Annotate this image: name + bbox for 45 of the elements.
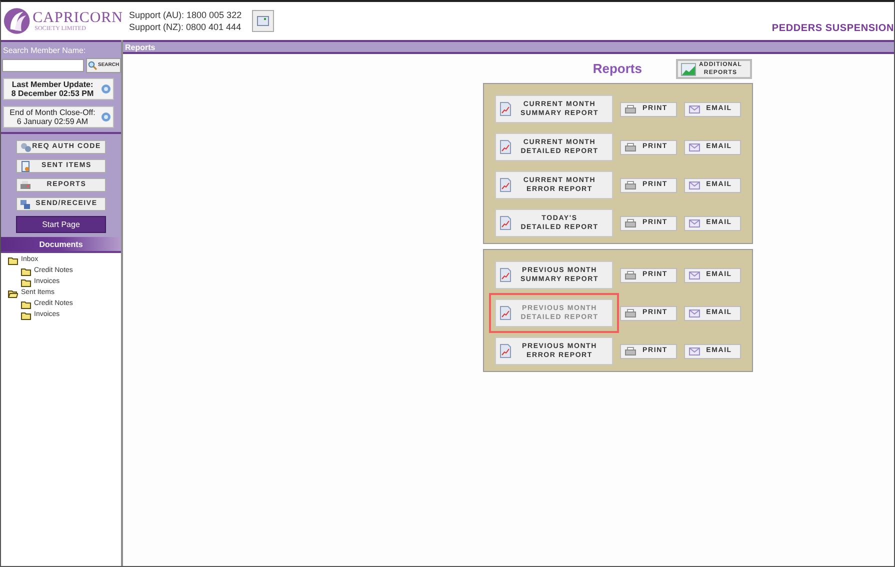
- search-label: Search Member Name:: [2, 45, 87, 57]
- report-chart-icon: [500, 306, 511, 320]
- report-chart-icon: [500, 268, 511, 282]
- search-field[interactable]: [2, 59, 84, 72]
- printer-icon: [625, 270, 636, 280]
- printer-icon: [625, 180, 636, 190]
- envelope-icon: [689, 346, 700, 356]
- envelope-icon: [689, 218, 700, 228]
- envelope-icon: [689, 142, 700, 152]
- help-icon[interactable]: [101, 112, 111, 122]
- printer-icon: [20, 180, 31, 190]
- printer-icon: [625, 218, 636, 228]
- envelope-icon: [689, 104, 700, 114]
- computers-icon: [20, 198, 31, 210]
- info-value: 8 December 02:53 PM: [11, 89, 94, 98]
- chart-icon: [681, 62, 696, 76]
- report-chart-icon: [500, 216, 511, 230]
- info-value: 6 January 02:59 AM: [16, 117, 88, 126]
- report-chart-icon: [500, 140, 511, 154]
- help-icon[interactable]: [101, 84, 111, 94]
- page-title: Reports: [124, 42, 156, 54]
- keys-icon: [20, 142, 31, 152]
- support-line: Support (AU): 1800 005 322: [129, 9, 242, 21]
- printer-icon: [625, 346, 636, 356]
- search-icon: [88, 61, 97, 70]
- printer-icon: [625, 308, 636, 318]
- printer-icon: [625, 104, 636, 114]
- member-name: PEDDERS SUSPENSION: [772, 22, 894, 36]
- info-label: Last Member Update:: [12, 80, 94, 89]
- printer-icon: [625, 142, 636, 152]
- envelope-icon: [689, 180, 700, 190]
- report-chart-icon: [500, 178, 511, 192]
- support-line: Support (NZ): 0800 401 444: [129, 21, 242, 33]
- report-chart-icon: [500, 344, 511, 358]
- contact-card-button[interactable]: [252, 10, 274, 32]
- reports-heading: Reports: [592, 60, 642, 78]
- start-page-button[interactable]: Start Page: [16, 216, 106, 233]
- document-icon: [20, 160, 31, 172]
- envelope-icon: [689, 270, 700, 280]
- report-chart-icon: [500, 102, 511, 116]
- envelope-icon: [689, 308, 700, 318]
- documents-header: Documents: [1, 237, 121, 253]
- info-label: End of Month Close-Off:: [10, 108, 96, 117]
- card-icon: [256, 16, 269, 26]
- logo-title: CAPRICORN: [32, 10, 123, 26]
